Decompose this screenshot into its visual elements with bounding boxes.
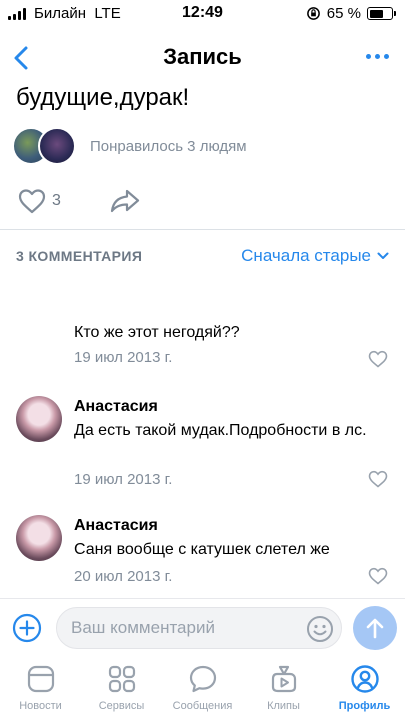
liked-by-text: Понравилось 3 людям xyxy=(90,137,247,155)
clips-icon xyxy=(271,665,296,693)
comment-item: Кто же этот негодяй?? 19 июл 2013 г. xyxy=(0,320,405,380)
sort-dropdown[interactable]: Сначала старые xyxy=(241,246,389,266)
tab-label: Клипы xyxy=(267,700,300,712)
comment-like-icon[interactable] xyxy=(368,470,388,488)
comment-item: Анастасия Саня вообще с катушек слетел ж… xyxy=(0,515,405,595)
avatar[interactable] xyxy=(16,515,62,561)
comment-input[interactable] xyxy=(56,607,342,649)
battery-level xyxy=(369,9,384,18)
comment-item: Анастасия Да есть такой мудак.Подробност… xyxy=(0,396,405,496)
comment-date: 19 июл 2013 г. xyxy=(74,471,173,488)
post-actions: 3 xyxy=(18,184,141,218)
arrow-up-icon xyxy=(366,618,384,639)
services-icon xyxy=(108,665,135,693)
comment-text: Да есть такой мудак.Подробности в лс. xyxy=(74,422,367,439)
comment-text: Кто же этот негодяй?? xyxy=(74,324,240,341)
tab-bar: Новости Сервисы Сообщения Клипы Профиль xyxy=(0,656,405,720)
comment-author[interactable]: Анастасия xyxy=(74,517,158,535)
comment-text: Саня вообще с катушек слетел же xyxy=(74,541,330,558)
send-button[interactable] xyxy=(353,606,397,650)
battery-icon xyxy=(367,7,396,20)
comment-like-icon[interactable] xyxy=(368,567,388,585)
battery-percent: 65 % xyxy=(326,5,361,22)
tab-label: Профиль xyxy=(338,700,391,712)
heart-icon[interactable] xyxy=(18,188,46,214)
liker-avatar xyxy=(38,127,76,165)
tab-label: Новости xyxy=(19,700,62,712)
post-text: будущие,дурак! xyxy=(16,84,190,111)
chevron-down-icon xyxy=(377,252,389,259)
tab-messages[interactable]: Сообщения xyxy=(162,664,243,712)
share-icon[interactable] xyxy=(109,188,141,214)
profile-icon xyxy=(350,665,379,693)
messages-icon xyxy=(189,665,216,693)
tab-profile[interactable]: Профиль xyxy=(324,664,405,712)
sort-label: Сначала старые xyxy=(241,246,371,265)
page-title: Запись xyxy=(163,44,242,69)
avatar[interactable] xyxy=(16,396,62,442)
comment-like-icon[interactable] xyxy=(368,350,388,368)
comment-composer xyxy=(0,598,405,656)
news-icon xyxy=(27,665,54,693)
comments-count: 3 КОММЕНТАРИЯ xyxy=(16,248,143,264)
liked-by-row[interactable]: Понравилось 3 людям xyxy=(12,126,247,166)
more-horizontal-icon xyxy=(366,54,371,59)
tab-clips[interactable]: Клипы xyxy=(243,664,324,712)
orientation-lock-icon xyxy=(306,7,320,20)
comment-author[interactable]: Анастасия xyxy=(74,398,158,416)
tab-label: Сервисы xyxy=(98,700,145,712)
divider xyxy=(0,229,405,230)
more-options-button[interactable] xyxy=(366,54,389,59)
emoji-icon[interactable] xyxy=(306,615,334,643)
comment-date: 20 июл 2013 г. xyxy=(74,568,173,585)
tab-news[interactable]: Новости xyxy=(0,664,81,712)
comment-date: 19 июл 2013 г. xyxy=(74,349,173,366)
comments-header: 3 КОММЕНТАРИЯ Сначала старые xyxy=(16,246,389,268)
navigation-bar: Запись xyxy=(0,36,405,80)
tab-label: Сообщения xyxy=(172,700,233,712)
add-attachment-icon[interactable] xyxy=(12,613,42,643)
like-count: 3 xyxy=(52,192,61,209)
status-bar: Билайн LTE 12:49 65 % xyxy=(0,0,405,28)
tab-services[interactable]: Сервисы xyxy=(81,664,162,712)
